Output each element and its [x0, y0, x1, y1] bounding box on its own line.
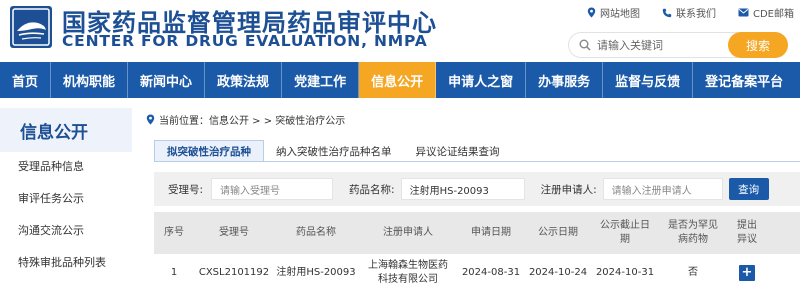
search-button[interactable]: 搜索	[728, 32, 788, 58]
row-applicant: 上海翰森生物医药科技有限公司	[368, 260, 448, 285]
col-applicant: 注册申请人	[383, 227, 433, 238]
row-index: 1	[170, 267, 178, 278]
accept-no-label: 受理号:	[168, 183, 204, 196]
col-publish-date: 公示日期	[538, 227, 578, 238]
drug-name-input[interactable]: 注射用HS-20093	[400, 178, 525, 200]
cde-logo-icon[interactable]	[10, 6, 52, 48]
col-drug-name: 药品名称	[296, 227, 336, 238]
nav-institution[interactable]: 机构职能	[51, 62, 129, 98]
tab-divider	[154, 161, 800, 162]
tab-bar: 拟突破性治疗品种 纳入突破性治疗品种名单 异议论证结果查询	[154, 140, 512, 162]
tab-included-list[interactable]: 纳入突破性治疗品种名单	[264, 140, 404, 162]
sidebar-item-communication[interactable]: 沟通交流公示	[18, 222, 84, 238]
location-pin-icon	[146, 114, 155, 125]
site-header: 国家药品监督管理局药品审评中心 CENTER FOR DRUG EVALUATI…	[0, 0, 800, 62]
sidebar-item-accepted-varieties[interactable]: 受理品种信息	[18, 158, 84, 174]
col-objection: 提出异议	[737, 220, 757, 245]
nav-applicant-window[interactable]: 申请人之窗	[436, 62, 527, 98]
nav-info-disclosure[interactable]: 信息公开	[359, 62, 437, 98]
col-deadline: 公示截止日期	[600, 220, 650, 245]
accept-no-input[interactable]: 请输入受理号	[211, 178, 334, 200]
applicant-input[interactable]: 请输入注册申请人	[602, 178, 723, 200]
col-accept-no: 受理号	[219, 227, 249, 238]
mail-icon	[738, 8, 749, 17]
breadcrumb-text: 当前位置：信息公开 > > 突破性治疗公示	[159, 116, 346, 127]
col-rare-disease: 是否为罕见病药物	[668, 220, 718, 245]
sidebar-item-special-approval[interactable]: 特殊审批品种列表	[18, 254, 106, 270]
tab-proposed-breakthrough[interactable]: 拟突破性治疗品种	[154, 140, 264, 162]
site-title-en: CENTER FOR DRUG EVALUATION, NMPA	[62, 32, 428, 50]
sidebar-item-review-tasks[interactable]: 审评任务公示	[18, 190, 84, 206]
main-nav: 首页 机构职能 新闻中心 政策法规 党建工作 信息公开 申请人之窗 办事服务 监…	[0, 62, 800, 98]
filter-bar: 受理号: 请输入受理号 药品名称: 注射用HS-20093 注册申请人: 请输入…	[154, 172, 800, 206]
row-objection: +	[728, 254, 766, 286]
row-accept-no: CXSL2101192	[198, 267, 270, 278]
sitemap-link[interactable]: 网站地图	[587, 5, 640, 20]
cde-mail-link[interactable]: CDE邮箱	[738, 5, 794, 20]
sidebar-title: 信息公开	[0, 108, 132, 152]
results-table: 序号 受理号 药品名称 注册申请人 申请日期 公示日期 公示截止日期 是否为罕见…	[154, 212, 800, 286]
col-index: 序号	[164, 227, 184, 238]
nav-supervision[interactable]: 监督与反馈	[603, 62, 694, 98]
row-rare-disease: 否	[688, 267, 698, 278]
nav-services[interactable]: 办事服务	[526, 62, 604, 98]
row-apply-date: 2024-08-31	[461, 267, 521, 278]
col-apply-date: 申请日期	[471, 227, 511, 238]
location-pin-icon	[587, 7, 596, 18]
phone-icon	[662, 8, 672, 17]
row-publish-date: 2024-10-24	[528, 267, 588, 278]
table-header: 序号 受理号 药品名称 注册申请人 申请日期 公示日期 公示截止日期 是否为罕见…	[154, 212, 800, 254]
sidebar: 信息公开 受理品种信息 审评任务公示 沟通交流公示 特殊审批品种列表	[0, 98, 132, 286]
query-button[interactable]: 查询	[728, 178, 769, 200]
search-input[interactable]	[597, 38, 737, 52]
tab-objection-results[interactable]: 异议论证结果查询	[404, 140, 512, 162]
sitemap-label: 网站地图	[599, 9, 640, 20]
contact-label: 联系我们	[675, 9, 716, 20]
contact-link[interactable]: 联系我们	[662, 5, 716, 20]
nav-registration[interactable]: 登记备案平台	[693, 62, 795, 98]
applicant-label: 注册申请人:	[540, 183, 597, 196]
cde-mail-label: CDE邮箱	[752, 9, 794, 20]
search-box	[568, 32, 738, 58]
main-content: 当前位置：信息公开 > > 突破性治疗公示 拟突破性治疗品种 纳入突破性治疗品种…	[140, 98, 800, 286]
row-drug-name: 注射用HS-20093	[276, 267, 356, 278]
nav-policy[interactable]: 政策法规	[205, 62, 283, 98]
top-links: 网站地图 联系我们 CDE邮箱	[587, 5, 794, 20]
breadcrumb: 当前位置：信息公开 > > 突破性治疗公示	[146, 112, 345, 127]
raise-objection-button[interactable]: +	[739, 265, 755, 281]
search-icon	[579, 39, 591, 51]
table-row: 1 CXSL2101192 注射用HS-20093 上海翰森生物医药科技有限公司…	[154, 254, 800, 286]
row-deadline: 2024-10-31	[595, 267, 655, 278]
drug-name-label: 药品名称:	[349, 183, 395, 196]
nav-party[interactable]: 党建工作	[282, 62, 360, 98]
nav-news[interactable]: 新闻中心	[128, 62, 206, 98]
nav-home[interactable]: 首页	[0, 62, 52, 98]
